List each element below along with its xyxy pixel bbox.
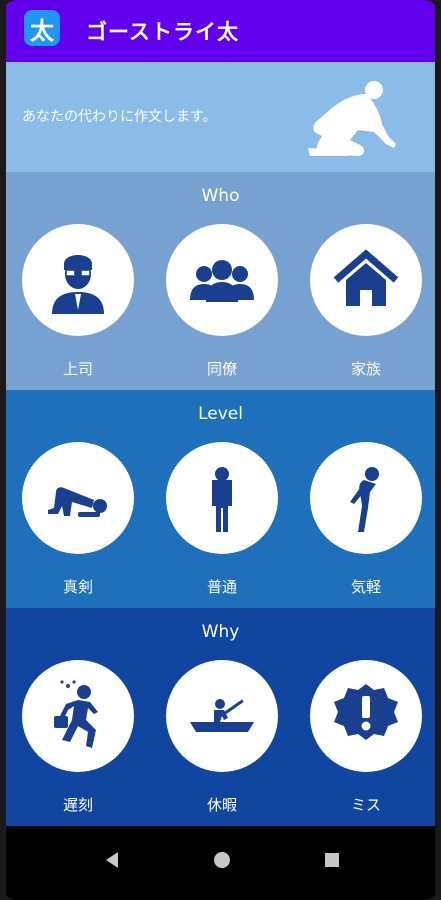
who-family-button[interactable]: 家族 [310,224,422,379]
screen: 太 ゴーストライ太 あなたの代わりに作文します。 Who 上司 同僚 家族 Le… [6,0,435,900]
section-level: Level 真剣 普通 気軽 [6,390,435,608]
section-title: Why [201,622,240,642]
back-icon[interactable] [98,846,126,874]
app-bar: 太 ゴーストライ太 [6,0,435,62]
level-casual-button[interactable]: 気軽 [310,442,422,597]
section-who: Who 上司 同僚 家族 [6,172,435,390]
colleagues-icon [190,260,254,302]
why-mistake-label: ミス [350,796,381,814]
running-late-icon [54,680,98,748]
alert-badge-icon [334,684,398,740]
icon-circle[interactable] [310,224,422,336]
level-normal-label: 普通 [206,578,237,596]
icon-circle[interactable] [22,224,134,336]
home-icon[interactable] [208,846,236,874]
level-casual-label: 気軽 [350,578,381,596]
level-serious-label: 真剣 [62,578,93,596]
kneeling-writer-icon [308,81,396,156]
icon-circle[interactable] [310,442,422,554]
why-late-label: 遅刻 [62,796,93,814]
kneeling-bow-icon [48,487,107,517]
level-serious-button[interactable]: 真剣 [22,442,134,597]
rowing-boat-icon [190,699,254,732]
level-normal-button[interactable]: 普通 [166,442,278,597]
icon-circle[interactable] [22,442,134,554]
recents-icon[interactable] [318,846,346,874]
icon-circle[interactable] [166,224,278,336]
section-why: Why 遅刻 休暇 ミス [6,608,435,826]
why-mistake-button[interactable]: ミス [310,660,422,815]
why-vacation-label: 休暇 [206,796,237,814]
app-title: ゴーストライ太 [86,20,239,44]
icon-circle[interactable] [166,660,278,772]
system-nav-bar [6,826,435,900]
who-colleagues-button[interactable]: 同僚 [166,224,278,379]
icon-circle[interactable] [166,442,278,554]
house-icon [333,249,399,306]
section-title: Level [198,404,243,424]
banner: あなたの代わりに作文します。 [6,62,435,172]
boss-icon [52,255,104,314]
why-late-button[interactable]: 遅刻 [22,660,134,815]
who-boss-label: 上司 [62,360,93,378]
casual-bow-icon [350,467,379,532]
device-frame: 太 ゴーストライ太 あなたの代わりに作文します。 Who 上司 同僚 家族 Le… [0,0,441,900]
who-boss-button[interactable]: 上司 [22,224,134,379]
who-family-label: 家族 [350,360,381,378]
icon-circle[interactable] [310,660,422,772]
icon-circle[interactable] [22,660,134,772]
who-colleagues-label: 同僚 [206,360,237,378]
standing-bow-icon [212,467,232,532]
banner-text: あなたの代わりに作文します。 [22,109,217,125]
why-vacation-button[interactable]: 休暇 [166,660,278,815]
section-title: Who [201,186,240,206]
app-logo-icon: 太 [24,10,60,46]
